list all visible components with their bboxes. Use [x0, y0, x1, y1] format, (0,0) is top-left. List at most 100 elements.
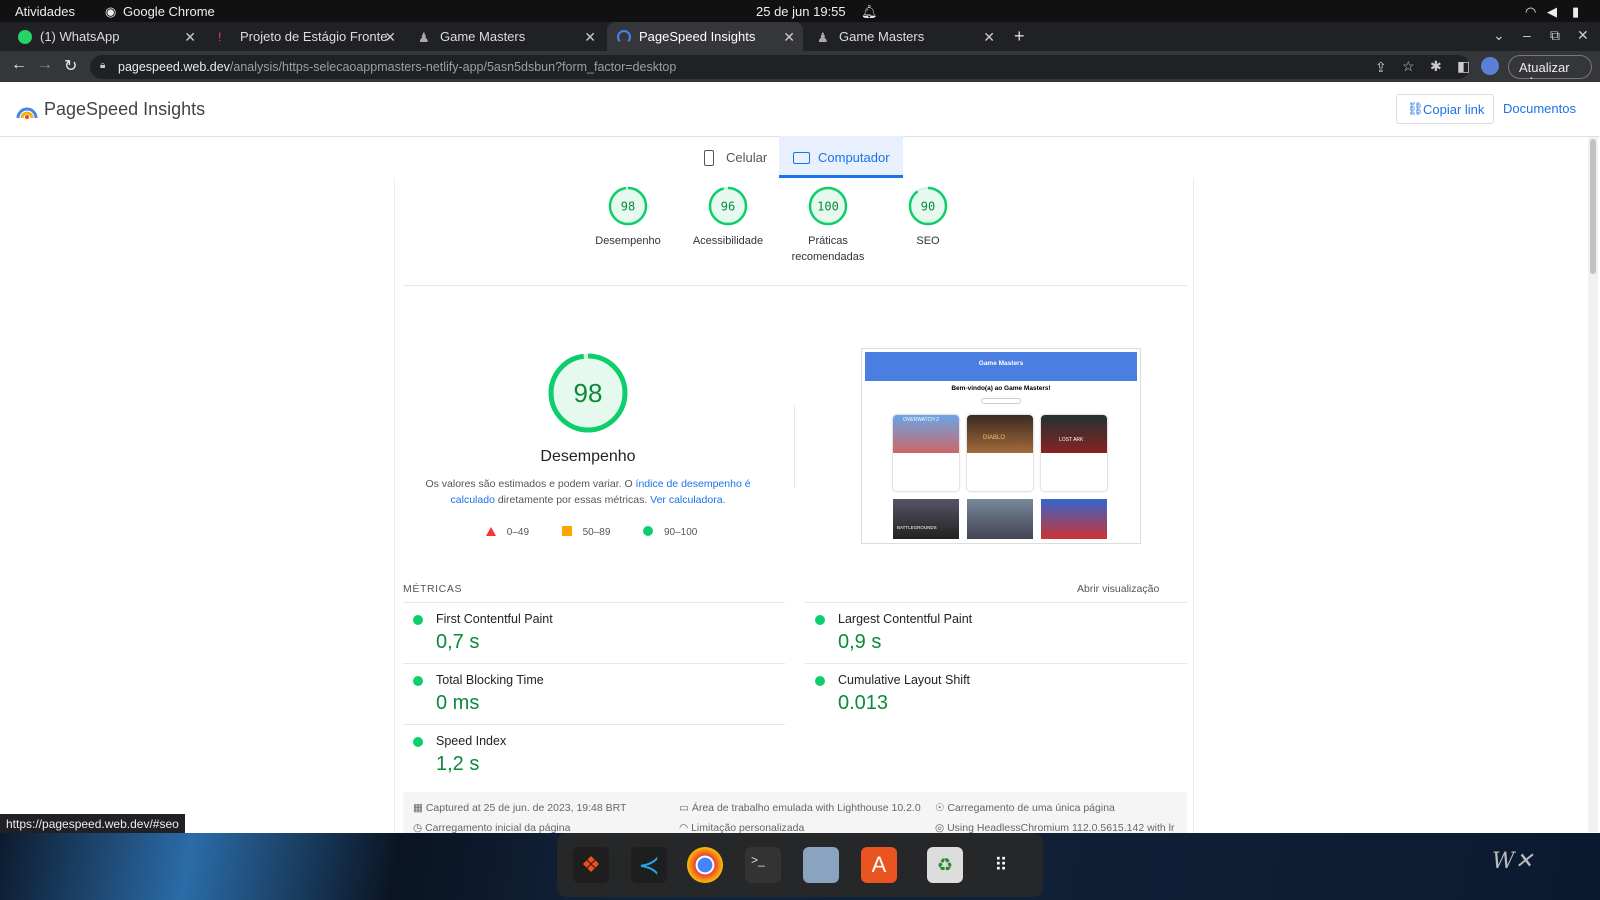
volume-icon[interactable]: ◀︎ [1547, 4, 1557, 20]
pagespeed-icon [617, 29, 631, 44]
update-button[interactable]: Atualizar ⋮ [1508, 55, 1592, 90]
close-icon[interactable]: ✕ [584, 29, 596, 46]
score-gauge[interactable]: 98 [608, 186, 648, 226]
figma-icon[interactable]: ❖ [573, 847, 609, 883]
wallpaper-logo: W✕ [1492, 849, 1534, 874]
vscode-icon[interactable]: ≺ [631, 847, 667, 883]
lock-icon[interactable]: 🔒︎ [100, 60, 105, 71]
legend-average: 50–89 [582, 527, 611, 538]
close-icon[interactable]: ✕ [983, 29, 995, 46]
desc-text: Os valores são estimados e podem variar.… [425, 478, 636, 490]
metric-value: 0,9 s [838, 631, 882, 653]
tab-label: PageSpeed Insights [639, 29, 756, 44]
minimize-icon[interactable]: – [1523, 27, 1531, 43]
trash-icon[interactable]: ♻ [927, 847, 963, 883]
terminal-icon[interactable]: >_ [745, 847, 781, 883]
page-screenshot[interactable]: Game Masters Bem-vindo(a) ao Game Master… [861, 348, 1141, 544]
link-icon: ⛓︎ [1407, 101, 1424, 116]
pass-circle-icon [643, 526, 654, 536]
window-close-icon[interactable]: ✕ [1577, 27, 1589, 44]
card-title: OVERWATCH 2 [903, 417, 940, 423]
score-label: Desempenho [595, 235, 661, 247]
controller-icon: ♟ [817, 29, 829, 45]
status-url: https://pagespeed.web.dev/#seo [0, 814, 185, 833]
tab-label: Game Masters [440, 29, 526, 44]
legend-pass: 90–100 [663, 527, 698, 538]
share-icon[interactable]: ⇪ [1375, 59, 1387, 76]
extensions-icon[interactable]: ✱ [1430, 58, 1442, 75]
calculator-link[interactable]: Ver calculadora. [650, 494, 725, 506]
copy-link-button[interactable]: ⛓︎ Copiar link [1396, 94, 1494, 124]
performance-gauge: 98 [548, 353, 628, 433]
score-label: SEO [916, 235, 940, 247]
tab-projeto[interactable]: ǃ Projeto de Estágio Fronte ✕ [208, 22, 404, 51]
docs-link[interactable]: Documentos [1503, 101, 1576, 116]
files-icon[interactable] [803, 847, 839, 883]
preview-card: OVERWATCH 2 [893, 415, 959, 491]
metric-divider [403, 602, 785, 603]
software-center-icon[interactable]: A [861, 847, 897, 883]
update-label: Atualizar [1519, 60, 1570, 75]
run-info: ▦ Captured at 25 de jun. de 2023, 19:48 … [403, 792, 1187, 837]
app-grid-icon[interactable]: ⠿ [983, 847, 1019, 883]
bookmark-star-icon[interactable]: ☆ [1402, 58, 1415, 75]
activities-button[interactable]: Atividades [15, 4, 75, 19]
legend-fail: 0–49 [506, 527, 530, 538]
tab-label: (1) WhatsApp [40, 29, 120, 44]
clock[interactable]: 25 de jun 19:55 [756, 4, 846, 19]
os-top-bar: Atividades ◉ Google Chrome 25 de jun 19:… [0, 0, 1600, 22]
tab-pagespeed[interactable]: PageSpeed Insights ✕ [607, 22, 803, 51]
expand-view-toggle[interactable]: Abrir visualização [1077, 583, 1159, 595]
restore-icon[interactable]: ⧉ [1550, 27, 1560, 44]
tab-search-icon[interactable]: ⌄ [1493, 27, 1505, 44]
score-gauge[interactable]: 90 [908, 186, 948, 226]
score-gauge[interactable]: 96 [708, 186, 748, 226]
side-panel-icon[interactable]: ◧ [1457, 58, 1470, 75]
metric-divider [805, 602, 1187, 603]
profile-avatar[interactable] [1481, 57, 1499, 75]
app-name[interactable]: Google Chrome [123, 4, 215, 19]
people-icon: ☉ [935, 802, 948, 814]
preview-card: BATTLEGROUNDS [893, 499, 959, 539]
tab-whatsapp[interactable]: (1) WhatsApp ✕ [8, 22, 204, 51]
tab-label: Projeto de Estágio Fronte [240, 29, 388, 44]
preview-header: Game Masters [865, 352, 1137, 381]
score-value: 90 [921, 200, 935, 214]
laptop-icon [793, 152, 810, 164]
close-icon[interactable]: ✕ [384, 29, 396, 46]
performance-title: Desempenho [540, 448, 636, 465]
metric-value: 0.013 [838, 692, 889, 714]
metric-name: Total Blocking Time [436, 673, 544, 687]
tab-mobile-label: Celular [726, 150, 768, 165]
dock: ❖ ≺ >_ A ♻ ⠿ [557, 833, 1043, 897]
preview-card: LOST ARK [1041, 415, 1107, 491]
tab-mobile[interactable]: Celular [694, 136, 780, 178]
score-label: Acessibilidade [692, 235, 764, 247]
preview-search [981, 398, 1021, 404]
captured-info: ▦ Captured at 25 de jun. de 2023, 19:48 … [413, 802, 626, 814]
score-value: 98 [621, 200, 635, 214]
single-load-text: Carregamento de uma única página [947, 802, 1115, 814]
chrome-app-icon: ◉ [105, 4, 117, 19]
chrome-icon[interactable] [687, 847, 723, 883]
new-tab-button[interactable]: + [1014, 26, 1025, 47]
close-icon[interactable]: ✕ [783, 29, 795, 46]
wifi-icon[interactable]: ◠ [1525, 4, 1536, 20]
url-bar[interactable]: 🔒︎ pagespeed.web.dev/analysis/https-sele… [90, 55, 1470, 79]
battery-icon[interactable]: ▮ [1572, 4, 1579, 20]
scroll-thumb[interactable] [1590, 139, 1596, 274]
metric-value: 1,2 s [436, 753, 480, 775]
metric-name: Cumulative Layout Shift [838, 673, 971, 687]
close-icon[interactable]: ✕ [184, 29, 196, 46]
url-host: pagespeed.web.dev [118, 60, 230, 74]
forward-icon[interactable]: → [37, 56, 53, 74]
tab-game-masters-1[interactable]: ♟ Game Masters ✕ [408, 22, 604, 51]
back-icon[interactable]: ← [11, 56, 27, 74]
reload-icon[interactable]: ↻ [64, 56, 77, 76]
page-scrollbar[interactable] [1588, 137, 1598, 832]
score-gauge[interactable]: 100 [808, 186, 848, 226]
tab-game-masters-2[interactable]: ♟ Game Masters ✕ [807, 22, 1003, 51]
preview-card: DIABLO [967, 415, 1033, 491]
tab-desktop[interactable]: Computador [779, 136, 903, 178]
metric-value: 0 ms [436, 692, 480, 714]
